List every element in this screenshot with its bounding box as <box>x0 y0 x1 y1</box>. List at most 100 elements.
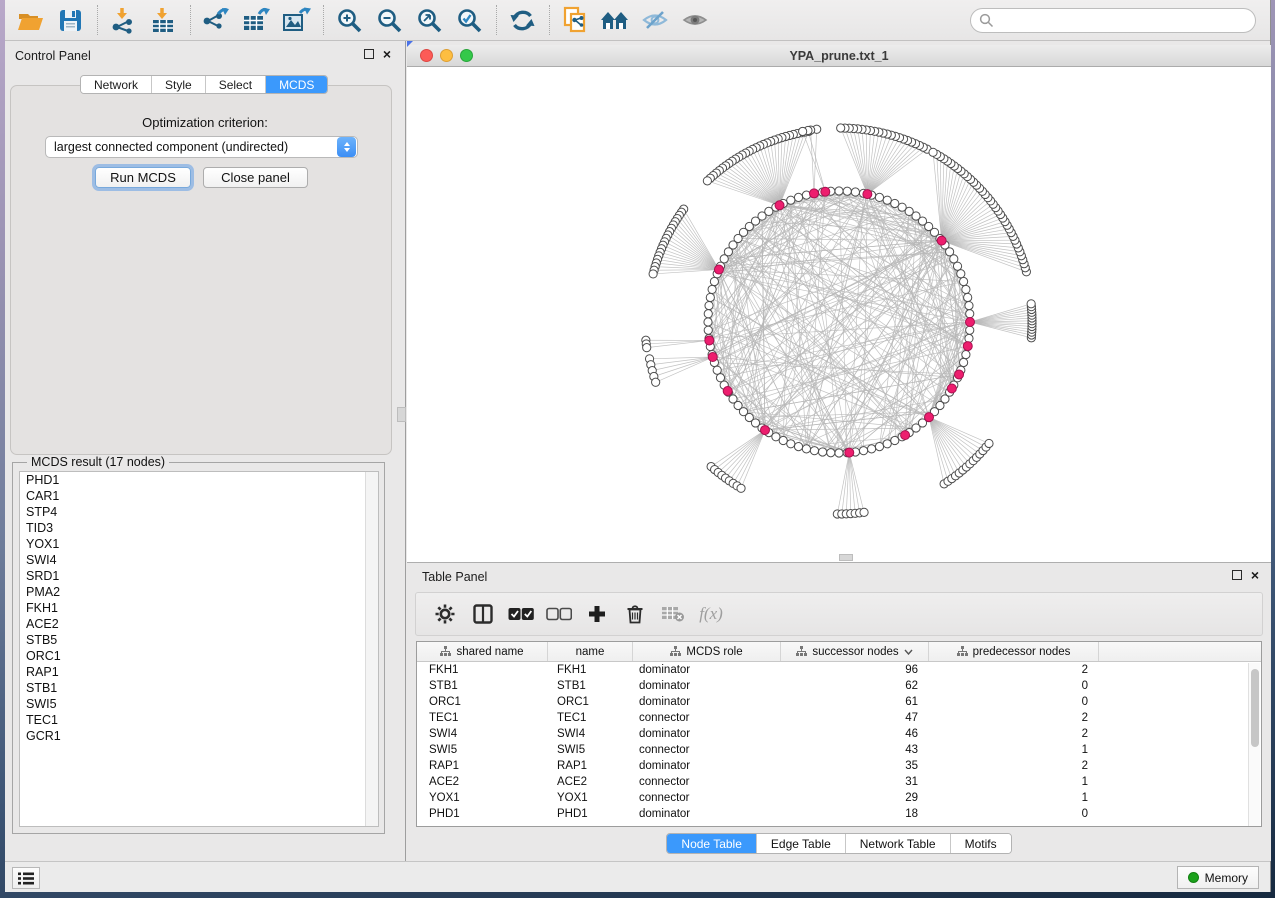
network-node[interactable] <box>957 270 965 278</box>
export-image-button[interactable] <box>279 4 313 36</box>
zoom-selected-button[interactable] <box>452 4 486 36</box>
network-hub-node[interactable] <box>863 190 872 199</box>
mcds-result-item[interactable]: TEC1 <box>20 712 378 728</box>
select-all-button[interactable] <box>506 599 536 629</box>
network-hub-node[interactable] <box>821 187 830 196</box>
table-settings-button[interactable] <box>430 599 460 629</box>
network-node[interactable] <box>891 199 899 207</box>
vertical-divider-handle[interactable] <box>397 407 406 422</box>
network-node[interactable] <box>843 187 851 195</box>
network-hub-node[interactable] <box>775 201 784 210</box>
mcds-result-item[interactable]: SWI4 <box>20 552 378 568</box>
network-node[interactable] <box>706 293 714 301</box>
close-panel-button[interactable]: Close panel <box>203 167 308 188</box>
mcds-result-item[interactable]: STB1 <box>20 680 378 696</box>
network-node[interactable] <box>835 187 843 195</box>
table-row[interactable]: ORC1ORC1dominator610 <box>417 694 1261 710</box>
mcds-list-scrollbar[interactable] <box>365 472 378 826</box>
mcds-result-item[interactable]: YOX1 <box>20 536 378 552</box>
network-node[interactable] <box>966 310 974 318</box>
import-table-button[interactable] <box>146 4 180 36</box>
table-row[interactable]: TEC1TEC1connector472 <box>417 710 1261 726</box>
mcds-result-item[interactable]: PHD1 <box>20 472 378 488</box>
save-session-button[interactable] <box>53 4 87 36</box>
memory-button[interactable]: Memory <box>1177 866 1259 889</box>
network-node[interactable] <box>705 301 713 309</box>
network-hub-node[interactable] <box>714 265 723 274</box>
function-builder-button[interactable]: f(x) <box>696 599 726 629</box>
mcds-result-item[interactable]: RAP1 <box>20 664 378 680</box>
network-canvas[interactable] <box>407 67 1271 562</box>
network-hub-node[interactable] <box>705 336 714 345</box>
network-node[interactable] <box>818 448 826 456</box>
network-node[interactable] <box>787 440 795 448</box>
network-node[interactable] <box>835 449 843 457</box>
network-fan-node[interactable] <box>643 344 651 352</box>
mcds-result-item[interactable]: CAR1 <box>20 488 378 504</box>
tab-node-table[interactable]: Node Table <box>667 834 757 853</box>
show-column-button[interactable] <box>468 599 498 629</box>
delete-table-button[interactable] <box>658 599 688 629</box>
zoom-in-button[interactable] <box>332 4 366 36</box>
network-fan-node[interactable] <box>703 177 711 185</box>
export-network-button[interactable] <box>199 4 233 36</box>
network-hub-node[interactable] <box>708 353 717 362</box>
run-mcds-button[interactable]: Run MCDS <box>95 167 191 188</box>
show-all-button[interactable] <box>678 4 712 36</box>
tab-mcds[interactable]: MCDS <box>266 76 327 93</box>
table-scrollbar-thumb[interactable] <box>1251 669 1259 747</box>
table-row[interactable]: SWI4SWI4dominator462 <box>417 726 1261 742</box>
tab-motifs[interactable]: Motifs <box>951 834 1011 853</box>
table-row[interactable]: FKH1FKH1dominator962 <box>417 662 1261 678</box>
network-fan-node[interactable] <box>929 148 937 156</box>
network-node[interactable] <box>966 326 974 334</box>
network-fan-node[interactable] <box>985 439 993 447</box>
network-node[interactable] <box>794 193 802 201</box>
network-node[interactable] <box>704 310 712 318</box>
column-header-predecessor-nodes[interactable]: predecessor nodes <box>929 642 1099 661</box>
network-node[interactable] <box>964 293 972 301</box>
network-node[interactable] <box>794 442 802 450</box>
tab-network-table[interactable]: Network Table <box>846 834 951 853</box>
mcds-result-item[interactable]: STP4 <box>20 504 378 520</box>
network-node[interactable] <box>710 277 718 285</box>
network-fan-node[interactable] <box>652 378 660 386</box>
network-node[interactable] <box>959 277 967 285</box>
column-header-shared-name[interactable]: shared name <box>417 642 548 661</box>
network-hub-node[interactable] <box>845 448 854 457</box>
network-fan-node[interactable] <box>860 508 868 516</box>
network-node[interactable] <box>962 350 970 358</box>
network-hub-node[interactable] <box>963 342 972 351</box>
mcds-result-item[interactable]: TID3 <box>20 520 378 536</box>
task-history-button[interactable] <box>12 867 40 889</box>
network-hub-node[interactable] <box>723 387 732 396</box>
close-panel-icon[interactable]: × <box>383 49 391 59</box>
network-node[interactable] <box>704 318 712 326</box>
column-header-mcds-role[interactable]: MCDS role <box>633 642 781 661</box>
mcds-result-item[interactable]: SRD1 <box>20 568 378 584</box>
table-scrollbar[interactable] <box>1248 663 1260 827</box>
network-node[interactable] <box>875 193 883 201</box>
open-session-button[interactable] <box>13 4 47 36</box>
mcds-result-item[interactable]: PMA2 <box>20 584 378 600</box>
float-table-panel-icon[interactable] <box>1232 570 1242 580</box>
network-node[interactable] <box>867 445 875 453</box>
network-fan-node[interactable] <box>837 124 845 132</box>
network-node[interactable] <box>965 301 973 309</box>
tab-edge-table[interactable]: Edge Table <box>757 834 846 853</box>
network-node[interactable] <box>704 326 712 334</box>
network-node[interactable] <box>883 440 891 448</box>
table-row[interactable]: SWI5SWI5connector431 <box>417 742 1261 758</box>
network-node[interactable] <box>779 436 787 444</box>
horizontal-divider-handle[interactable] <box>839 554 853 561</box>
hide-selected-button[interactable] <box>638 4 672 36</box>
table-row[interactable]: STB1STB1dominator620 <box>417 678 1261 694</box>
network-hub-node[interactable] <box>966 318 975 327</box>
deselect-all-button[interactable] <box>544 599 574 629</box>
export-table-button[interactable] <box>239 4 273 36</box>
network-hub-node[interactable] <box>937 236 946 245</box>
mcds-result-item[interactable]: SWI5 <box>20 696 378 712</box>
network-node[interactable] <box>859 447 867 455</box>
network-hub-node[interactable] <box>947 384 956 393</box>
network-node[interactable] <box>810 447 818 455</box>
